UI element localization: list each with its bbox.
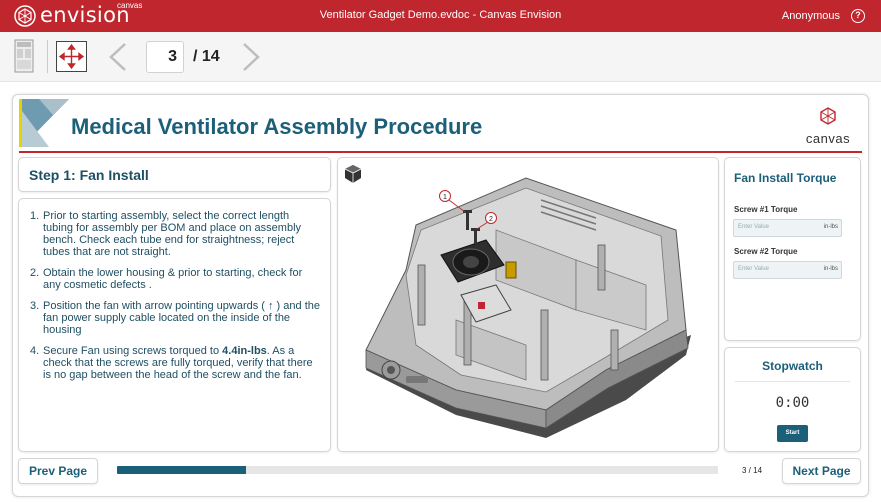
document-header: Medical Ventilator Assembly Procedure ca… — [19, 99, 862, 153]
page-number-input[interactable]: 3 — [146, 41, 184, 73]
screw2-label: Screw #2 Torque — [734, 247, 798, 256]
start-button[interactable]: Start — [777, 425, 808, 442]
torque-value: 4.4in-lbs — [222, 345, 267, 357]
progress-fill — [117, 466, 246, 474]
progress-bar — [117, 466, 718, 474]
page-total: / 14 — [193, 48, 220, 65]
chevron-right-icon[interactable] — [239, 41, 263, 78]
canvas-logo-icon — [820, 107, 836, 125]
screw2-unit: in-lbs — [823, 266, 838, 272]
list-item: 3. Position the fan with arrow pointing u… — [30, 300, 320, 336]
callout-1: 1 — [443, 194, 447, 201]
header-decoration — [19, 99, 69, 147]
list-item: 1. Prior to starting assembly, select the… — [30, 210, 302, 258]
fit-expand-icon[interactable] — [56, 41, 87, 72]
stopwatch-title: Stopwatch — [762, 359, 823, 373]
ventilator-housing-model[interactable]: 1 2 — [346, 170, 714, 450]
title-bar: envision canvas Ventilator Gadget Demo.e… — [0, 0, 881, 32]
window-title: Ventilator Gadget Demo.evdoc - Canvas En… — [319, 9, 562, 21]
toolbar: 3 / 14 — [0, 32, 881, 82]
list-item: 4. Secure Fan using screws torqued to 4.4… — [30, 345, 313, 381]
screw1-label: Screw #1 Torque — [734, 205, 798, 214]
3d-viewer[interactable]: 1 2 — [337, 157, 719, 452]
user-name[interactable]: Anonymous — [782, 10, 840, 22]
screw2-torque-input[interactable]: Enter Value in-lbs — [733, 261, 842, 279]
stopwatch-time: 0:00 — [775, 395, 810, 411]
canvas-brand-name: canvas — [805, 131, 851, 146]
document-title: Medical Ventilator Assembly Procedure — [71, 114, 483, 139]
canvas-brand: canvas — [803, 107, 853, 146]
help-icon[interactable]: ? — [851, 9, 865, 23]
step-header-panel: Step 1: Fan Install — [18, 157, 331, 192]
callout-2: 2 — [489, 216, 493, 223]
chevron-left-icon[interactable] — [106, 41, 130, 78]
screw1-placeholder: Enter Value — [738, 224, 769, 230]
screw1-torque-input[interactable]: Enter Value in-lbs — [733, 219, 842, 237]
torque-panel: Fan Install Torque Screw #1 Torque Enter… — [724, 157, 861, 341]
screw1-unit: in-lbs — [823, 224, 838, 230]
screw2-placeholder: Enter Value — [738, 266, 769, 272]
toolbar-divider — [47, 40, 48, 73]
instruction-list: 1. Prior to starting assembly, select the… — [30, 210, 322, 390]
stopwatch-divider — [735, 381, 850, 382]
document-thumbnail-icon[interactable] — [14, 39, 34, 78]
stopwatch-panel: Stopwatch 0:00 Start — [724, 347, 861, 452]
step-title: Step 1: Fan Install — [29, 167, 149, 183]
next-page-button[interactable]: Next Page — [782, 458, 861, 484]
instructions-panel: 1. Prior to starting assembly, select the… — [18, 198, 331, 452]
torque-title: Fan Install Torque — [734, 171, 837, 185]
progress-text: 3 / 14 — [742, 466, 763, 475]
list-item: 2. Obtain the lower housing & prior to st… — [30, 267, 303, 291]
prev-page-button[interactable]: Prev Page — [18, 458, 98, 484]
